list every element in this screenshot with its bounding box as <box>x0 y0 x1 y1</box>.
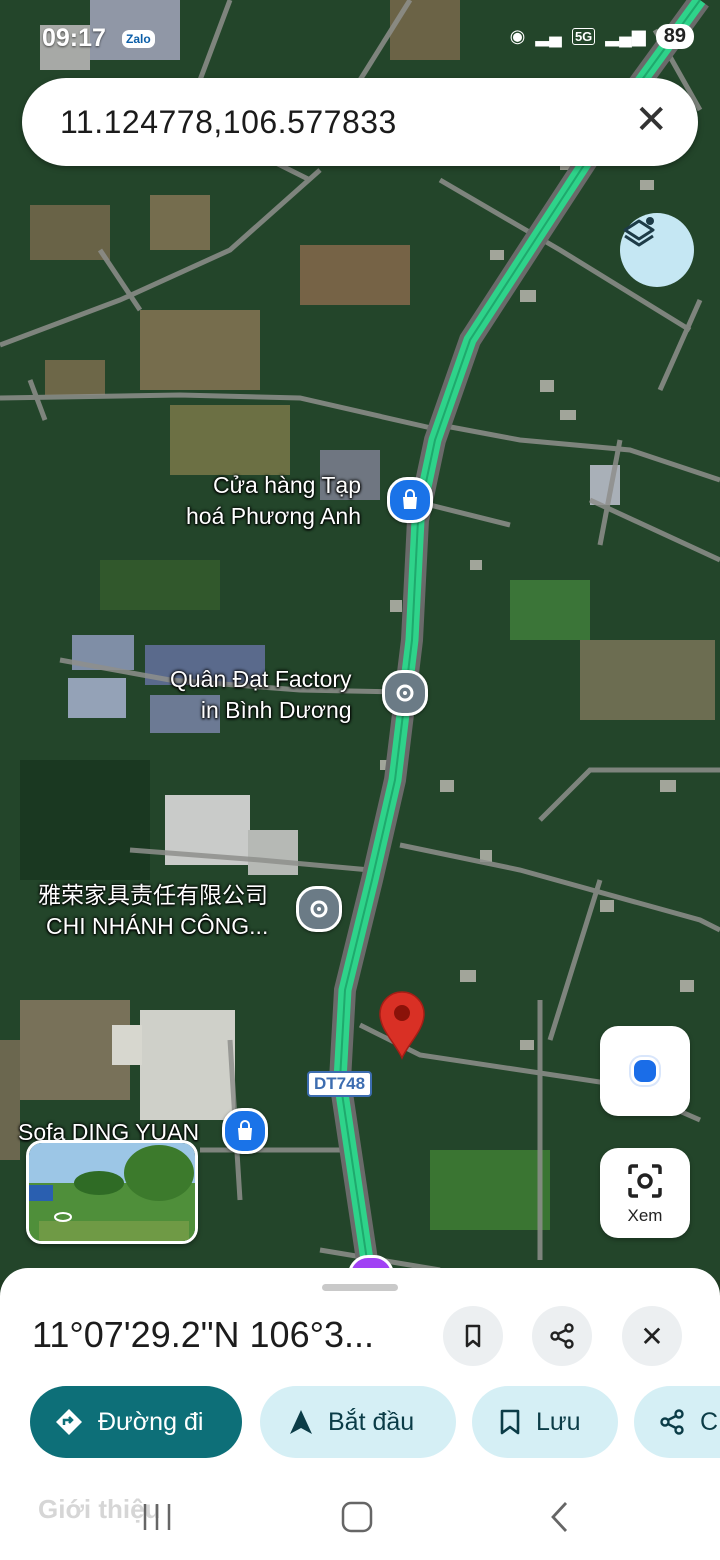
status-time: 09:17 <box>42 24 106 52</box>
directions-button[interactable]: Đường đi <box>30 1386 242 1458</box>
clear-search-icon[interactable]: ✕ <box>634 98 668 142</box>
search-bar[interactable]: 11.124778,106.577833 ✕ <box>22 78 698 166</box>
status-bar: 09:17 Zalo ◉ ▂▄ 5G ▂▄▆ 89 <box>0 0 720 78</box>
poi-name-line1: Quân Đạt Factory <box>170 666 352 692</box>
share-icon <box>550 1323 574 1349</box>
sheet-drag-handle[interactable] <box>322 1284 398 1291</box>
poi-name-line2: hoá Phương Anh <box>186 503 362 529</box>
save-chip-button[interactable]: Lưu <box>472 1386 618 1458</box>
poi-name-line2: CHI NHÁNH CÔNG... <box>46 913 269 939</box>
poi-name-line2: in Bình Dương <box>200 697 352 723</box>
network-type: 5G <box>571 28 596 45</box>
location-dot-icon <box>631 1057 659 1085</box>
place-icon[interactable] <box>382 670 428 716</box>
close-icon: ✕ <box>640 1320 664 1352</box>
share-label: C <box>700 1407 719 1436</box>
shopping-bag-icon[interactable] <box>222 1108 268 1154</box>
share-chip-button[interactable]: C <box>634 1386 720 1458</box>
lens-view-label: Xem <box>627 1206 663 1225</box>
zalo-notification-icon: Zalo <box>122 30 155 48</box>
search-query[interactable]: 11.124778,106.577833 <box>60 104 397 141</box>
place-coordinates-title: 11°07'29.2"N 106°3... <box>32 1314 375 1355</box>
home-icon[interactable] <box>340 1500 374 1534</box>
bookmark-icon <box>498 1408 522 1436</box>
poi-name-line1: 雅荣家具责任有限公司 <box>38 882 268 908</box>
map-layers-button[interactable] <box>620 213 694 287</box>
battery-level: 89 <box>655 24 694 49</box>
camera-scan-icon <box>628 1164 662 1198</box>
dropped-pin-icon[interactable] <box>376 988 428 1060</box>
close-sheet-button[interactable]: ✕ <box>622 1306 682 1366</box>
share-icon <box>658 1408 686 1436</box>
save-label: Lưu <box>536 1407 581 1436</box>
poi-label-ya-rong[interactable]: 雅荣家具责任有限公司 CHI NHÁNH CÔNG... <box>38 880 268 942</box>
save-bookmark-button[interactable] <box>443 1306 503 1366</box>
my-location-button[interactable] <box>600 1026 690 1116</box>
signal-icon: ▂▄ <box>535 26 562 46</box>
share-button[interactable] <box>532 1306 592 1366</box>
lens-view-button[interactable]: Xem <box>600 1148 690 1238</box>
directions-icon <box>54 1407 84 1437</box>
signal-icon: ▂▄▆ <box>605 26 646 46</box>
poi-label-cua-hang[interactable]: Cửa hàng Tạp hoá Phương Anh <box>186 470 361 532</box>
street-view-photo <box>29 1143 195 1241</box>
satellite-map[interactable]: Cửa hàng Tạp hoá Phương Anh Quân Đạt Fac… <box>0 0 720 1280</box>
shopping-bag-icon[interactable] <box>387 477 433 523</box>
recent-apps-icon[interactable] <box>140 1500 174 1534</box>
poi-label-quan-dat[interactable]: Quân Đạt Factory in Bình Dương <box>170 664 352 726</box>
start-navigation-button[interactable]: Bắt đầu <box>260 1386 456 1458</box>
directions-label: Đường đi <box>98 1407 204 1436</box>
street-view-thumbnail[interactable] <box>26 1140 198 1244</box>
back-icon[interactable] <box>545 1500 575 1534</box>
poi-name-line1: Cửa hàng Tạp <box>213 472 362 498</box>
system-navigation-bar: Giới thiệu <box>0 1470 720 1560</box>
navigation-arrow-icon <box>288 1408 314 1436</box>
layers-icon <box>623 217 655 247</box>
location-icon: ◉ <box>509 26 526 46</box>
place-icon[interactable] <box>296 886 342 932</box>
status-icons: ◉ ▂▄ 5G ▂▄▆ 89 <box>510 24 694 49</box>
road-shield-dt748: DT748 <box>307 1071 373 1097</box>
start-label: Bắt đầu <box>328 1407 415 1436</box>
bookmark-icon <box>465 1324 481 1348</box>
